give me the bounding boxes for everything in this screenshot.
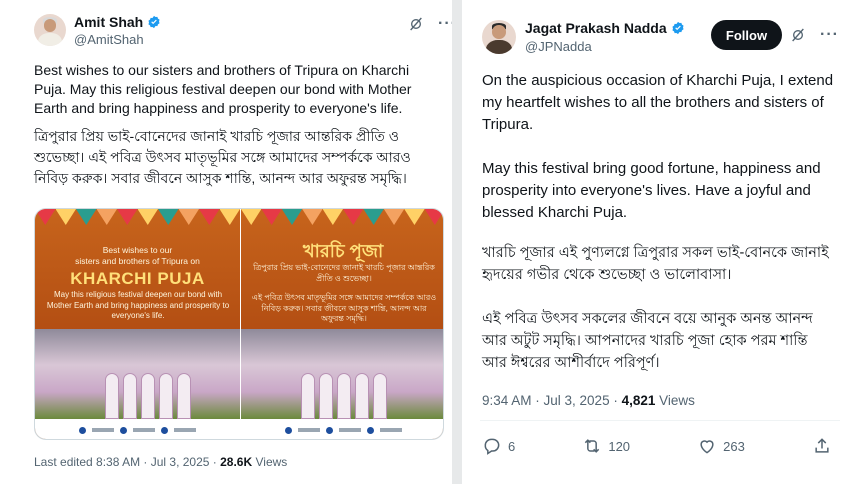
bunting-decoration: [35, 209, 240, 229]
verified-badge-icon: [148, 15, 160, 29]
post-timestamp[interactable]: 9:34 AM · Jul 3, 2025 ·: [482, 393, 622, 408]
repost-icon: [585, 439, 600, 453]
reply-icon: [484, 438, 500, 455]
share-button[interactable]: [812, 436, 832, 456]
post-paragraph-4: এই পবিত্র উৎসব সকলের জীবনে বয়ে আনুক অনন…: [482, 311, 813, 371]
post-text-bengali: ত্রিপুরার প্রিয় ভাই-বোনেদের জানাই খারচি…: [34, 128, 411, 186]
follow-button[interactable]: Follow: [711, 20, 782, 50]
panel-separator: [452, 0, 462, 484]
poster-bengali: খারচি পূজা ত্রিপুরার প্রিয় ভাই-বোনেদের …: [241, 209, 443, 439]
like-icon: [700, 440, 714, 454]
author-name[interactable]: Amit Shah: [74, 14, 161, 30]
post-top-actions: ···: [408, 15, 457, 33]
poster-footer-logos: [35, 419, 240, 439]
grok-icon[interactable]: [408, 16, 424, 32]
actions-divider: [480, 420, 840, 421]
reply-count: 6: [508, 438, 516, 454]
like-button[interactable]: 263: [697, 436, 745, 456]
repost-button[interactable]: 120: [582, 436, 630, 456]
more-icon[interactable]: ···: [820, 26, 839, 44]
author-name-label: Jagat Prakash Nadda: [525, 20, 667, 36]
post-meta: Last edited 8:38 AM · Jul 3, 2025 · 28.6…: [34, 455, 287, 469]
post-meta: 9:34 AM · Jul 3, 2025 · 4,821 Views: [482, 393, 695, 408]
poster-title: KHARCHI PUJA: [70, 269, 205, 288]
poster-body1-bengali: ত্রিপুরার প্রিয় ভাই-বোনেদের জানাই খারচি…: [253, 263, 435, 283]
post-actions-bar: 6 120 263: [482, 436, 832, 456]
poster-body2-bengali: এই পবিত্র উৎসব মাতৃভূমির সঙ্গে আমাদের সম…: [251, 293, 437, 323]
views-count: 28.6K: [220, 455, 253, 469]
views-label: Views: [655, 393, 695, 408]
poster-body: May this religious festival deepen our b…: [46, 290, 230, 320]
avatar-amit-shah[interactable]: [34, 14, 66, 46]
post-paragraph-2: May this festival bring good fortune, ha…: [482, 160, 821, 221]
views-label: Views: [252, 455, 288, 469]
post-top-actions: ···: [790, 26, 839, 44]
post-paragraph-3: খারচি পূজার এই পুণ্যলগ্নে ত্রিপুরার সকল …: [482, 245, 829, 283]
author-handle[interactable]: @JPNadda: [525, 39, 592, 54]
verified-badge-icon: [672, 21, 684, 35]
grok-icon[interactable]: [790, 27, 806, 43]
like-count: 263: [723, 438, 745, 454]
share-icon: [815, 438, 829, 453]
poster-greeting-line1: Best wishes to our: [102, 245, 173, 255]
author-handle[interactable]: @AmitShah: [74, 32, 144, 47]
avatar-jp-nadda[interactable]: [482, 20, 516, 54]
views-count: 4,821: [621, 393, 656, 408]
author-name[interactable]: Jagat Prakash Nadda: [525, 20, 685, 36]
post-timestamp[interactable]: Last edited 8:38 AM · Jul 3, 2025 ·: [34, 455, 220, 469]
poster-greeting-line2: sisters and brothers of Tripura on: [75, 256, 200, 266]
post-text-english: Best wishes to our sisters and brothers …: [34, 62, 412, 116]
temple-scene: [35, 329, 240, 419]
post-image[interactable]: Best wishes to our sisters and brothers …: [34, 208, 444, 440]
repost-count: 120: [608, 438, 631, 454]
post-paragraph-1: On the auspicious occasion of Kharchi Pu…: [482, 72, 834, 133]
reply-button[interactable]: 6: [482, 436, 515, 456]
left-post: Amit Shah @AmitShah ··· Best wishes to o…: [0, 0, 456, 484]
author-name-label: Amit Shah: [74, 14, 144, 30]
poster-english: Best wishes to our sisters and brothers …: [35, 209, 240, 439]
